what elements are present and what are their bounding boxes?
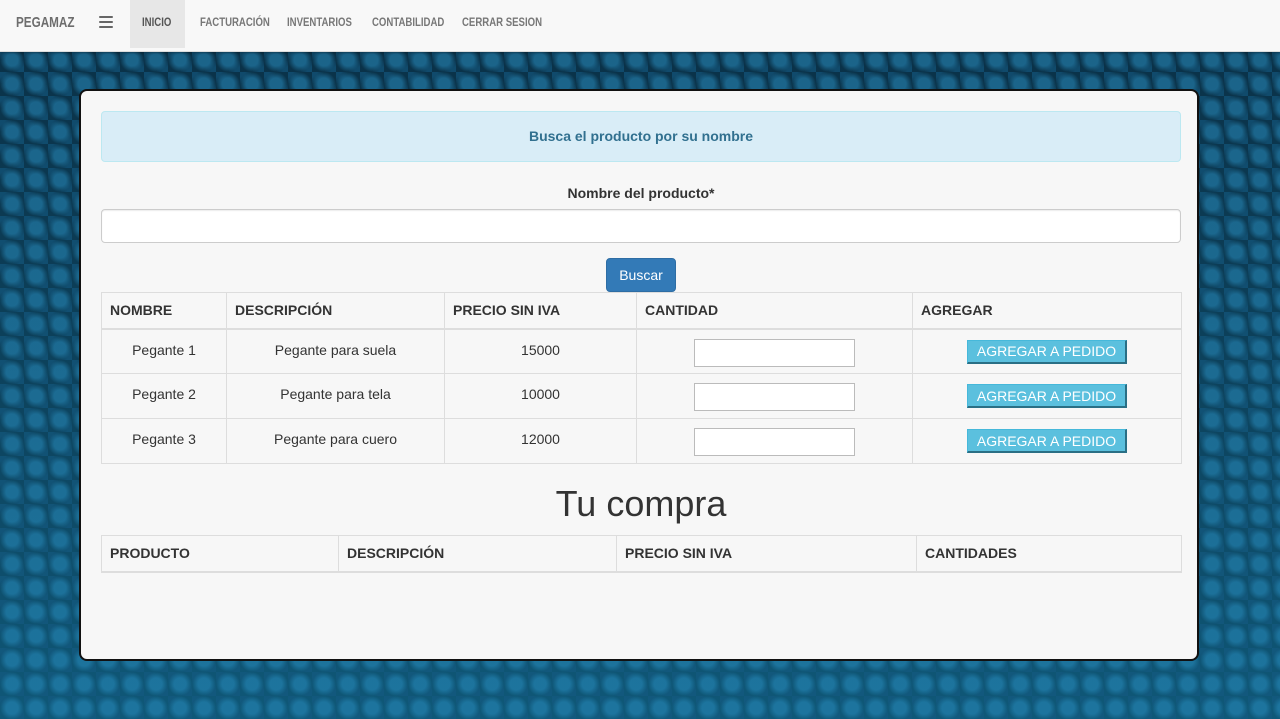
- add-cell: AGREGAR A PEDIDO: [912, 373, 1182, 419]
- product-name: Pegante 2: [101, 373, 227, 419]
- col-header-agregar: AGREGAR: [912, 292, 1182, 330]
- products-header-row: NOMBRE DESCRIPCIÓN PRECIO SIN IVA CANTID…: [101, 292, 1182, 330]
- hamburger-menu-icon[interactable]: [99, 16, 113, 28]
- add-cell: AGREGAR A PEDIDO: [912, 418, 1182, 464]
- search-info-alert: Busca el producto por su nombre: [101, 111, 1181, 162]
- col-header-precio: PRECIO SIN IVA: [616, 535, 917, 573]
- nav-item-contabilidad[interactable]: CONTABILIDAD: [372, 0, 462, 48]
- add-to-order-button[interactable]: AGREGAR A PEDIDO: [966, 429, 1128, 453]
- product-name: Pegante 1: [101, 328, 227, 374]
- col-header-producto: PRODUCTO: [101, 535, 339, 573]
- col-header-descripcion: DESCRIPCIÓN: [226, 292, 445, 330]
- nav-item-facturacion[interactable]: FACTURACIÓN: [200, 0, 287, 48]
- product-name-input[interactable]: [101, 209, 1181, 243]
- product-description: Pegante para suela: [226, 328, 445, 374]
- product-description: Pegante para cuero: [226, 418, 445, 464]
- nav-item-inventarios[interactable]: INVENTARIOS: [287, 0, 368, 48]
- add-to-order-button[interactable]: AGREGAR A PEDIDO: [966, 384, 1128, 408]
- product-price: 15000: [444, 328, 637, 374]
- quantity-cell: [636, 418, 913, 464]
- product-name-label: Nombre del producto*: [567, 185, 715, 201]
- col-header-descripcion: DESCRIPCIÓN: [338, 535, 617, 573]
- search-button[interactable]: Buscar: [606, 258, 676, 292]
- nav-item-inicio[interactable]: INICIO: [130, 0, 185, 48]
- quantity-input[interactable]: [694, 338, 855, 367]
- purchase-title: Tu compra: [555, 483, 727, 524]
- product-description: Pegante para tela: [226, 373, 445, 419]
- col-header-nombre: NOMBRE: [101, 292, 227, 330]
- product-price: 10000: [444, 373, 637, 419]
- quantity-cell: [636, 373, 913, 419]
- purchase-table: PRODUCTO DESCRIPCIÓN PRECIO SIN IVA CANT…: [101, 535, 1182, 573]
- nav-item-cerrar-sesion[interactable]: CERRAR SESION: [462, 0, 562, 48]
- purchase-header-row: PRODUCTO DESCRIPCIÓN PRECIO SIN IVA CANT…: [101, 535, 1182, 573]
- col-header-cantidades: CANTIDADES: [916, 535, 1182, 573]
- table-row: Pegante 2 Pegante para tela 10000 AGREGA…: [101, 373, 1182, 419]
- top-navbar: PEGAMAZ INICIO FACTURACIÓN INVENTARIOS C…: [0, 0, 1280, 52]
- quantity-input[interactable]: [694, 383, 855, 411]
- add-cell: AGREGAR A PEDIDO: [912, 328, 1182, 374]
- col-header-precio: PRECIO SIN IVA: [444, 292, 637, 330]
- col-header-cantidad: CANTIDAD: [636, 292, 913, 330]
- main-panel: Busca el producto por su nombre Nombre d…: [79, 89, 1199, 661]
- quantity-cell: [636, 328, 913, 374]
- table-row: Pegante 3 Pegante para cuero 12000 AGREG…: [101, 418, 1182, 464]
- products-table: NOMBRE DESCRIPCIÓN PRECIO SIN IVA CANTID…: [101, 292, 1182, 464]
- add-to-order-button[interactable]: AGREGAR A PEDIDO: [966, 339, 1128, 364]
- quantity-input[interactable]: [694, 428, 855, 456]
- table-row: Pegante 1 Pegante para suela 15000 AGREG…: [101, 328, 1182, 374]
- brand-logo[interactable]: PEGAMAZ: [16, 14, 75, 31]
- product-name: Pegante 3: [101, 418, 227, 464]
- product-price: 12000: [444, 418, 637, 464]
